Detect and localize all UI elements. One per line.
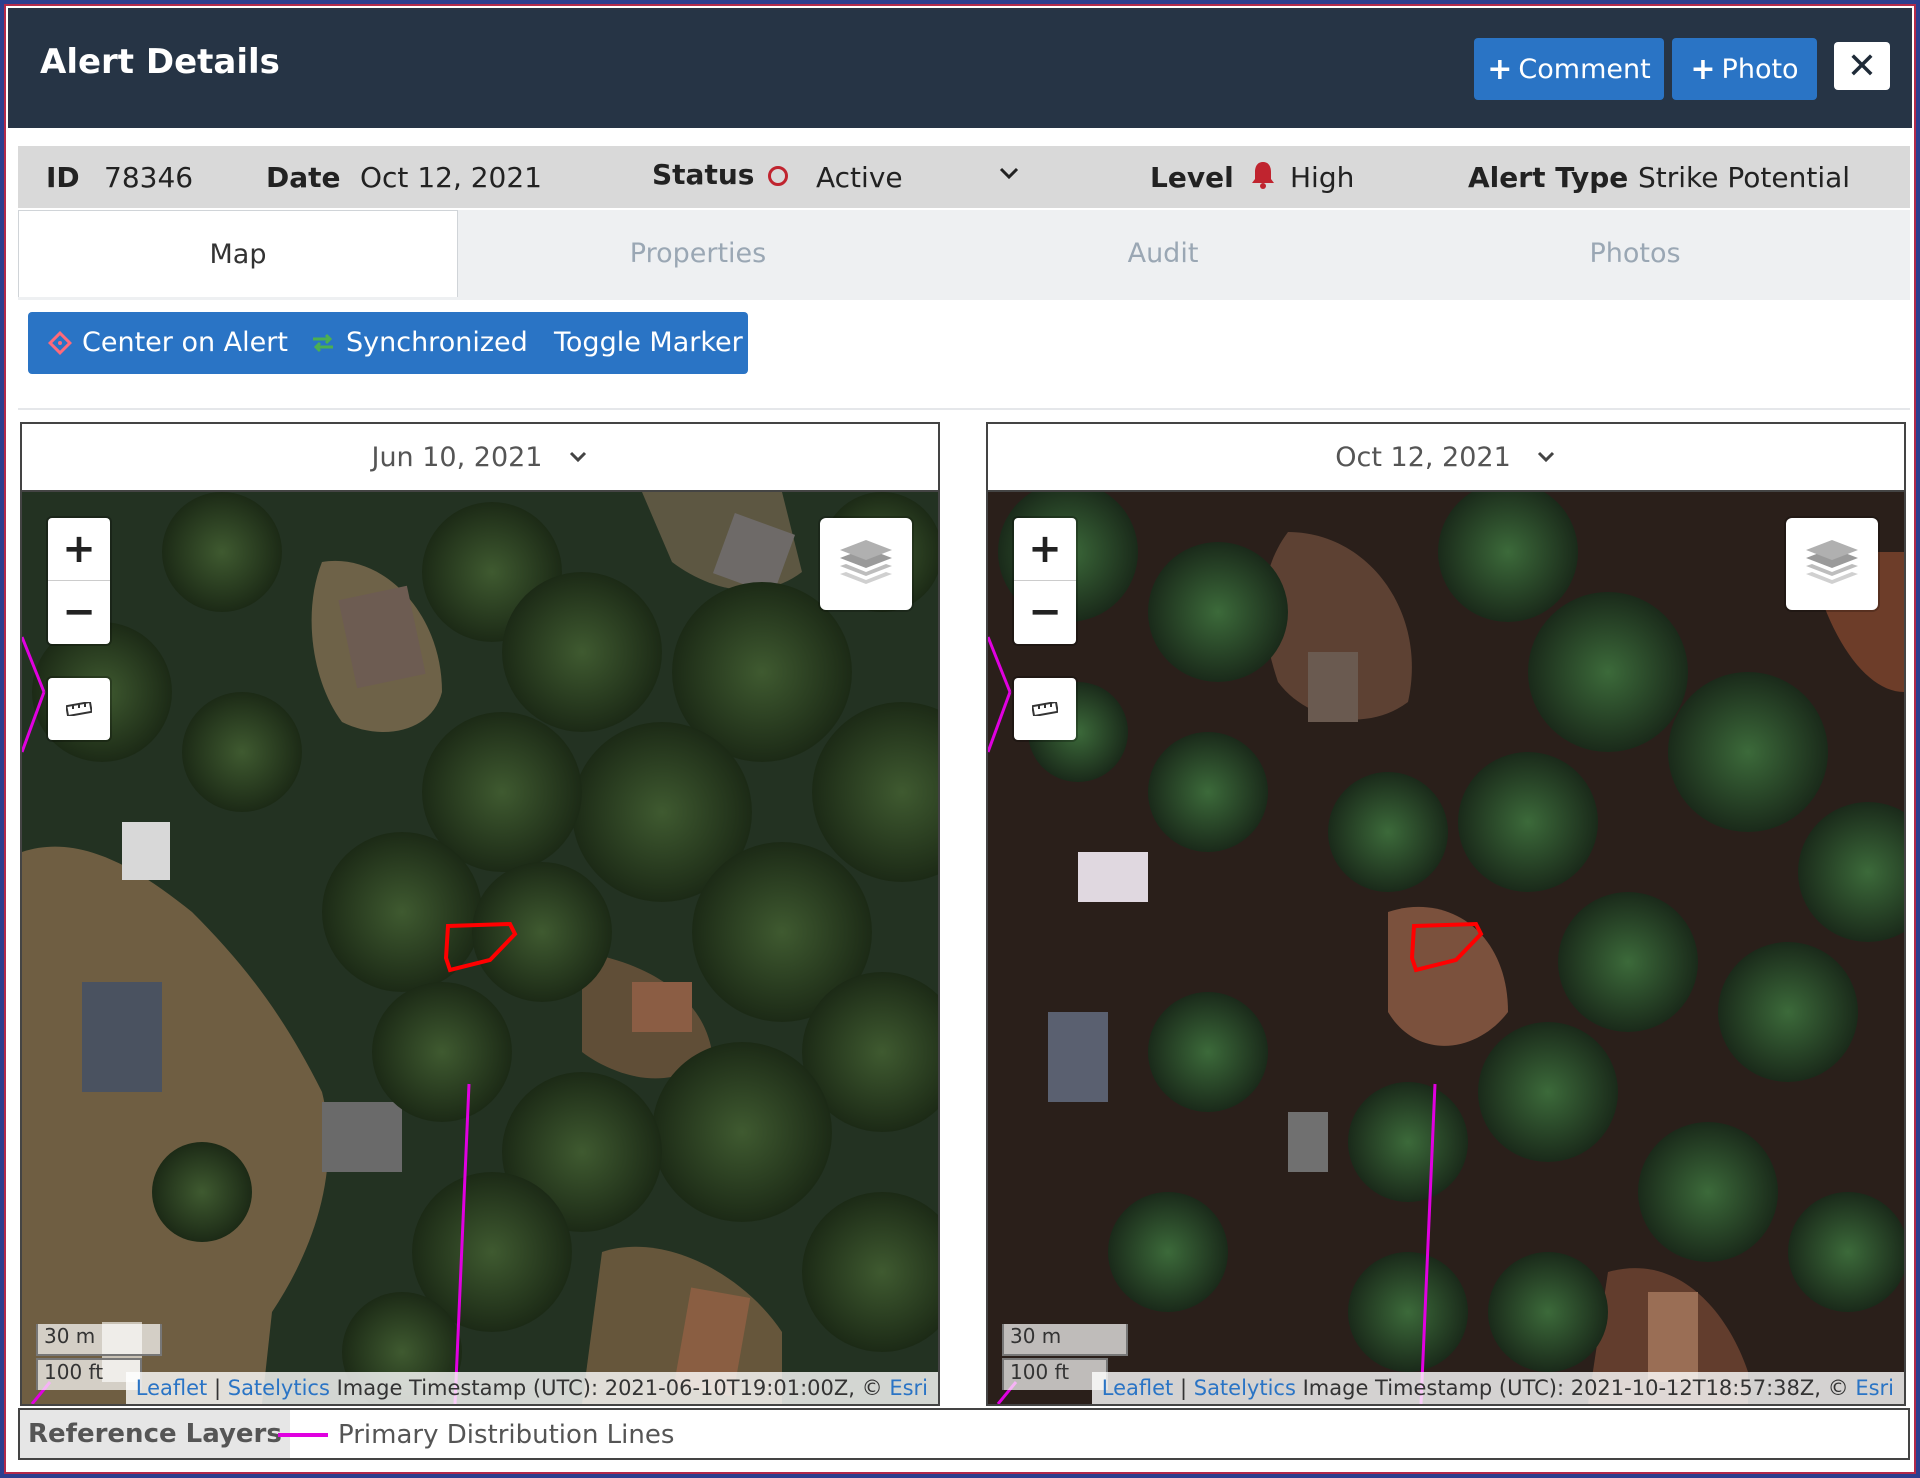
satellite-imagery	[22, 492, 938, 1404]
toggle-marker-button[interactable]: Toggle Marker	[554, 327, 743, 358]
plus-icon: +	[1690, 51, 1716, 87]
level-value: High	[1290, 161, 1355, 194]
map-panel-right: Oct 12, 2021 + − 30 m 100 ft Leaflet | S…	[986, 422, 1906, 1406]
leaflet-link[interactable]: Leaflet	[136, 1376, 208, 1400]
synchronized-toggle[interactable]: Synchronized	[310, 327, 528, 358]
date-selector-right[interactable]: Oct 12, 2021	[988, 424, 1904, 492]
add-comment-label: Comment	[1518, 53, 1651, 85]
zoom-control: + −	[1014, 518, 1076, 644]
esri-link[interactable]: Esri	[1855, 1376, 1894, 1400]
id-value: 78346	[104, 161, 194, 194]
alert-type-label: Alert Type	[1468, 161, 1629, 194]
satelytics-link[interactable]: Satelytics	[1194, 1376, 1296, 1400]
zoom-control: + −	[48, 518, 110, 644]
date-selector-label: Jun 10, 2021	[371, 441, 543, 473]
esri-link[interactable]: Esri	[889, 1376, 928, 1400]
image-timestamp: Image Timestamp (UTC): 2021-06-10T19:01:…	[336, 1376, 883, 1400]
add-photo-label: Photo	[1721, 53, 1799, 85]
layers-icon[interactable]	[820, 518, 912, 610]
date-selector-left[interactable]: Jun 10, 2021	[22, 424, 938, 492]
attribution-separator: |	[213, 1376, 222, 1400]
tab-properties[interactable]: Properties	[458, 210, 938, 296]
ruler-icon[interactable]	[1014, 678, 1076, 740]
satellite-imagery	[988, 492, 1904, 1404]
alert-info-bar: ID 78346 Date Oct 12, 2021 Status Active…	[18, 146, 1910, 208]
alert-type-value: Strike Potential	[1638, 161, 1851, 194]
date-value: Oct 12, 2021	[360, 161, 542, 194]
layers-icon[interactable]	[1786, 518, 1878, 610]
zoom-out-icon[interactable]: −	[48, 581, 110, 643]
divider	[18, 408, 1910, 410]
zoom-in-icon[interactable]: +	[48, 518, 110, 581]
reference-layers-label: Reference Layers	[20, 1410, 290, 1458]
crosshair-icon	[48, 330, 72, 355]
alert-details-dialog: Alert Details + Comment + Photo ✕ ID 783…	[0, 0, 1920, 1478]
chevron-down-icon	[569, 451, 586, 463]
center-on-alert-button[interactable]: Center on Alert	[48, 327, 288, 358]
tab-map[interactable]: Map	[18, 210, 458, 297]
chevron-down-icon	[1537, 451, 1554, 463]
scale-bar-metric: 30 m	[36, 1324, 162, 1356]
plus-icon: +	[1487, 51, 1513, 87]
satellite-map-right[interactable]: + − 30 m 100 ft Leaflet | Satelytics Ima…	[988, 492, 1904, 1404]
status-value[interactable]: Active	[816, 161, 903, 194]
tab-photos[interactable]: Photos	[1390, 210, 1880, 296]
synchronized-label: Synchronized	[346, 327, 528, 358]
add-photo-button[interactable]: + Photo	[1672, 38, 1817, 100]
map-panel-left: Jun 10, 2021 + − 30 m 100 ft Leaflet | S…	[20, 422, 940, 1406]
date-selector-label: Oct 12, 2021	[1335, 441, 1511, 473]
close-button[interactable]: ✕	[1834, 42, 1890, 90]
bell-icon	[1250, 160, 1276, 197]
chevron-down-icon[interactable]	[998, 158, 1020, 195]
distribution-line-swatch	[278, 1433, 328, 1437]
add-comment-button[interactable]: + Comment	[1474, 38, 1664, 100]
status-circle-icon	[768, 166, 788, 186]
satellite-map-left[interactable]: + − 30 m 100 ft Leaflet | Satelytics Ima…	[22, 492, 938, 1404]
map-attribution: Leaflet | Satelytics Image Timestamp (UT…	[1091, 1372, 1904, 1404]
level-label: Level	[1150, 161, 1234, 194]
ruler-icon[interactable]	[48, 678, 110, 740]
dialog-header: Alert Details + Comment + Photo ✕	[8, 8, 1912, 128]
map-attribution: Leaflet | Satelytics Image Timestamp (UT…	[125, 1372, 938, 1404]
sync-icon	[313, 333, 333, 352]
attribution-separator: |	[1179, 1376, 1188, 1400]
zoom-out-icon[interactable]: −	[1014, 581, 1076, 643]
center-on-alert-label: Center on Alert	[82, 327, 288, 358]
leaflet-link[interactable]: Leaflet	[1102, 1376, 1174, 1400]
id-label: ID	[46, 161, 80, 194]
map-toolbar: Center on Alert Synchronized Toggle Mark…	[28, 312, 748, 374]
status-label: Status	[652, 158, 755, 191]
tab-audit[interactable]: Audit	[938, 210, 1388, 296]
dialog-title: Alert Details	[40, 42, 280, 82]
image-timestamp: Image Timestamp (UTC): 2021-10-12T18:57:…	[1302, 1376, 1849, 1400]
close-icon: ✕	[1846, 45, 1878, 87]
satelytics-link[interactable]: Satelytics	[228, 1376, 330, 1400]
zoom-in-icon[interactable]: +	[1014, 518, 1076, 581]
reference-layers-legend: Reference Layers Primary Distribution Li…	[18, 1408, 1910, 1460]
scale-bar-metric: 30 m	[1002, 1324, 1128, 1356]
toggle-marker-label: Toggle Marker	[554, 327, 743, 358]
date-label: Date	[266, 161, 341, 194]
primary-distribution-lines-label: Primary Distribution Lines	[338, 1420, 675, 1450]
tab-bar: Map Properties Audit Photos	[18, 210, 1910, 300]
